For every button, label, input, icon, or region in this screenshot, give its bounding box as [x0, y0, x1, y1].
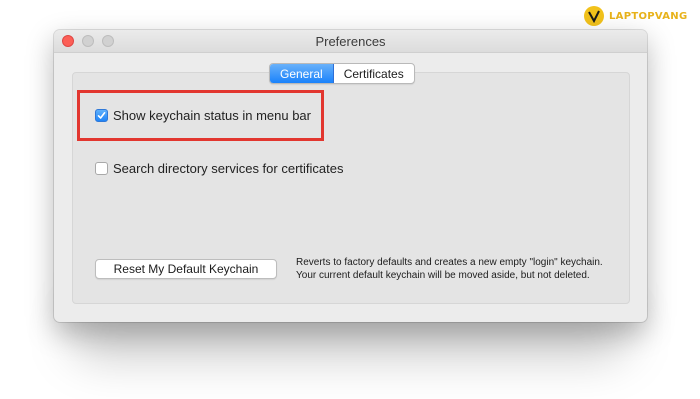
reset-description: Reverts to factory defaults and creates … [296, 256, 626, 282]
window-title: Preferences [315, 34, 386, 49]
laptopvang-logo-icon [584, 6, 604, 26]
search-directory-services-checkbox[interactable] [95, 162, 108, 175]
search-directory-services-label[interactable]: Search directory services for certificat… [113, 161, 343, 176]
watermark: LAPTOPVANG [584, 4, 696, 28]
tab-bar: General Certificates [269, 63, 415, 84]
search-directory-services-option[interactable]: Search directory services for certificat… [95, 161, 343, 176]
tab-certificates[interactable]: Certificates [334, 64, 414, 83]
reset-description-line-1: Reverts to factory defaults and creates … [296, 257, 603, 268]
reset-default-keychain-button[interactable]: Reset My Default Keychain [95, 259, 277, 279]
watermark-text: LAPTOPVANG [609, 10, 688, 22]
title-bar[interactable]: Preferences [54, 30, 647, 53]
highlight-annotation [77, 90, 324, 141]
reset-description-line-2: Your current default keychain will be mo… [296, 270, 590, 281]
tab-general[interactable]: General [270, 64, 334, 83]
